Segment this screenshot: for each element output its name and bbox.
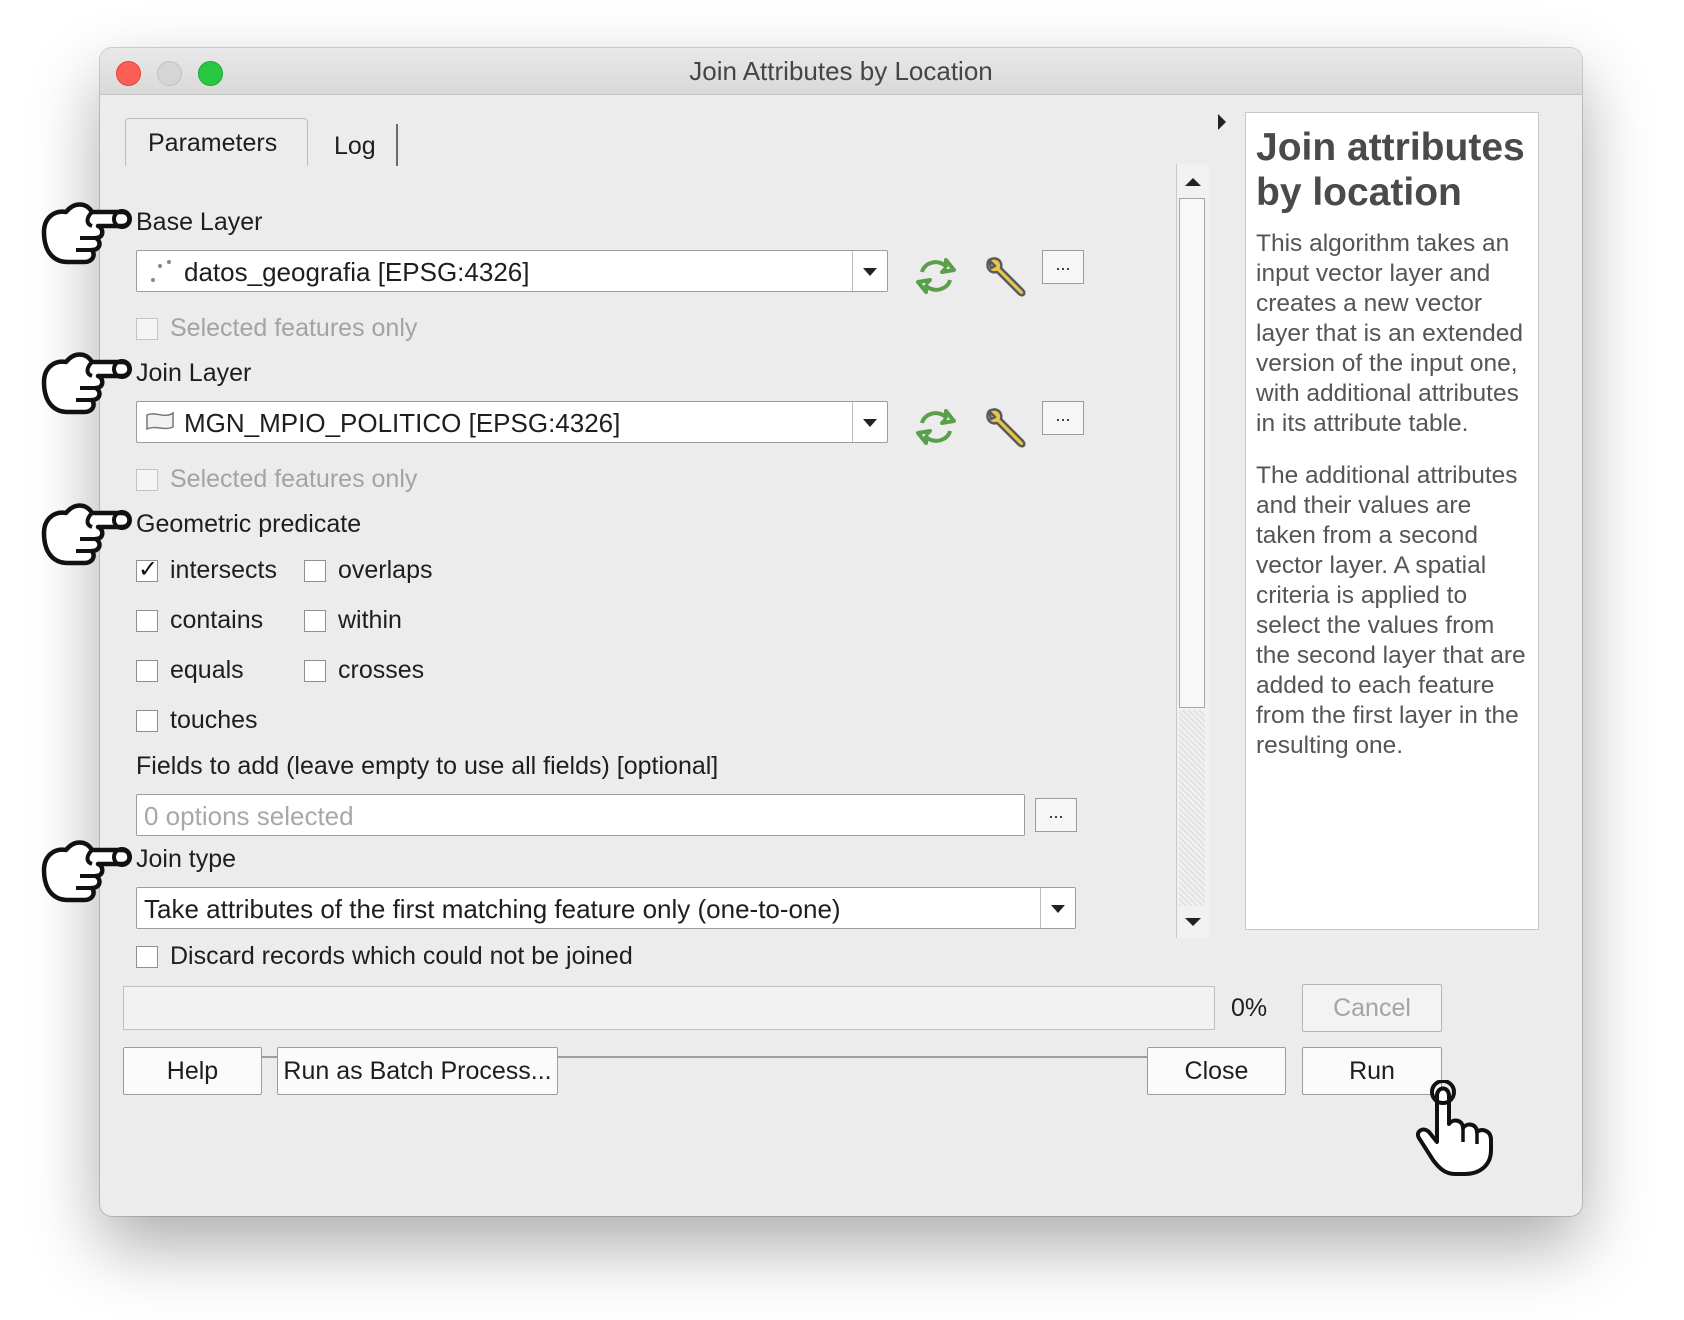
scroll-down-icon[interactable] [1185,918,1201,926]
pointing-hand-icon [36,836,136,908]
help-paragraph: The additional attributes and their valu… [1256,462,1526,759]
base-layer-value: datos_geografia [EPSG:4326] [184,257,530,287]
touches-checkbox[interactable] [136,710,158,732]
fields-placeholder: 0 options selected [144,801,354,831]
base-layer-label: Base Layer [136,208,263,236]
touches-label: touches [170,706,258,734]
click-hand-icon [1416,1080,1493,1176]
progress-bar [123,986,1215,1030]
crosses-label: crosses [338,656,425,684]
equals-label: equals [170,656,244,684]
pointing-hand-icon [36,499,136,571]
title-bar: Join Attributes by Location [100,48,1582,95]
help-panel: Join attributes by location This algorit… [1245,112,1539,930]
overlaps-label: overlaps [338,556,433,584]
polygon-layer-icon [146,411,174,431]
join-type-combobox[interactable]: Take attributes of the first matching fe… [136,887,1076,929]
base-selected-only-checkbox[interactable] [136,318,158,340]
discard-records-label: Discard records which could not be joine… [170,942,633,970]
crosses-checkbox[interactable] [304,660,326,682]
tab-parameters[interactable]: Parameters [125,118,308,166]
run-batch-button[interactable]: Run as Batch Process... [277,1047,558,1095]
cancel-button[interactable]: Cancel [1302,984,1442,1032]
progress-percent: 0% [1231,994,1268,1022]
parameters-panel: Base Layer datos_geografia [EPSG:4326] .… [123,164,1206,1058]
wrench-icon[interactable] [983,254,1027,298]
scroll-thumb[interactable] [1179,198,1205,708]
pointing-hand-icon [36,198,136,270]
tab-log[interactable]: Log [310,124,398,166]
join-layer-value: MGN_MPIO_POLITICO [EPSG:4326] [184,408,621,438]
scroll-track[interactable] [1179,710,1205,906]
wrench-icon[interactable] [983,405,1027,449]
geometric-predicate-label: Geometric predicate [136,510,362,538]
join-layer-label: Join Layer [136,359,252,387]
intersects-checkbox[interactable]: ✓ [136,556,158,583]
checkmark-icon: ✓ [138,556,159,583]
base-layer-browse-button[interactable]: ... [1042,250,1084,284]
join-type-label: Join type [136,845,237,873]
discard-records-checkbox[interactable] [136,946,158,968]
point-layer-icon [151,260,171,282]
join-layer-combobox[interactable]: MGN_MPIO_POLITICO [EPSG:4326] [136,401,888,443]
join-attributes-dialog: Join Attributes by Location Parameters L… [100,48,1582,1216]
within-label: within [338,606,402,634]
help-button[interactable]: Help [123,1047,262,1095]
base-selected-only-label: Selected features only [170,314,418,342]
chevron-down-icon[interactable] [852,402,887,442]
fields-browse-button[interactable]: ... [1035,798,1077,832]
window-title: Join Attributes by Location [689,56,993,86]
contains-label: contains [170,606,264,634]
refresh-icon[interactable] [916,256,956,296]
chevron-down-icon[interactable] [852,251,887,291]
intersects-label: intersects [170,556,277,584]
pointing-hand-icon [36,348,136,420]
overlaps-checkbox[interactable] [304,560,326,582]
base-layer-combobox[interactable]: datos_geografia [EPSG:4326] [136,250,888,292]
collapse-help-icon[interactable] [1218,114,1226,130]
close-button[interactable]: Close [1147,1047,1286,1095]
equals-checkbox[interactable] [136,660,158,682]
help-title: Join attributes by location [1256,126,1525,214]
join-layer-browse-button[interactable]: ... [1042,401,1084,435]
join-selected-only-checkbox[interactable] [136,469,158,491]
fields-to-add-input[interactable]: 0 options selected [136,794,1025,836]
chevron-down-icon[interactable] [1040,888,1075,928]
help-paragraph: This algorithm takes an input vector lay… [1256,230,1523,437]
refresh-icon[interactable] [916,407,956,447]
scroll-up-icon[interactable] [1185,178,1201,186]
contains-checkbox[interactable] [136,610,158,632]
parameters-scrollbar[interactable] [1176,164,1209,938]
within-checkbox[interactable] [304,610,326,632]
fields-to-add-label: Fields to add (leave empty to use all fi… [136,752,719,780]
join-selected-only-label: Selected features only [170,465,418,493]
join-type-value: Take attributes of the first matching fe… [144,894,841,924]
